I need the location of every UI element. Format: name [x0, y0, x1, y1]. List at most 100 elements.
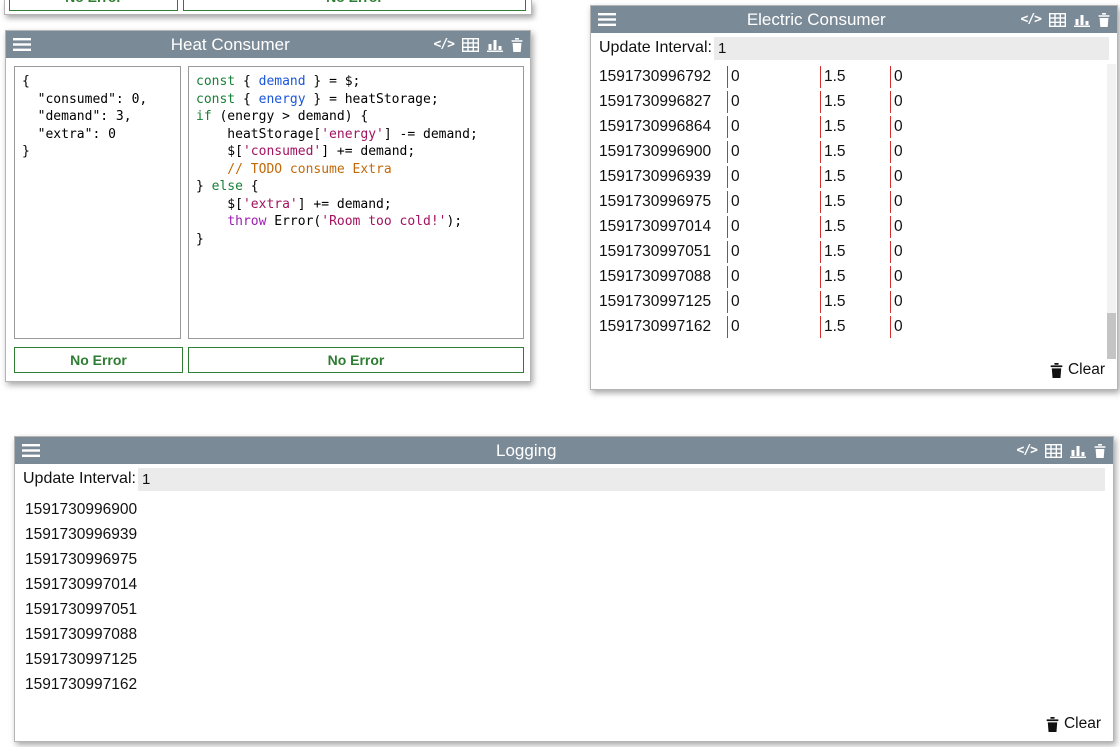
electric-consumer-panel: Electric Consumer </> Update Interval: 1…	[590, 5, 1118, 390]
table-cell: 1.5	[820, 116, 890, 138]
trash-icon[interactable]	[1094, 444, 1106, 458]
table-row: 159173099679201.50	[599, 64, 1103, 89]
table-icon[interactable]	[1049, 13, 1066, 27]
chart-icon[interactable]	[1074, 13, 1090, 27]
status-button[interactable]: No Error	[14, 347, 183, 373]
panel-title: Logging	[44, 441, 1009, 461]
table-cell: 1.5	[820, 141, 890, 163]
table-cell: 0	[890, 91, 1103, 113]
table-cell: 1591730997014	[599, 218, 727, 236]
logging-panel: Logging </> Update Interval: 15917309969…	[14, 436, 1114, 742]
panel-title: Heat Consumer	[35, 35, 426, 55]
clear-button[interactable]: Clear	[1050, 361, 1105, 379]
table-cell: 1591730997051	[599, 243, 727, 261]
table-row: 159173099686401.50	[599, 114, 1103, 139]
table-cell: 1591730997088	[599, 268, 727, 286]
table-cell: 0	[890, 191, 1103, 213]
table-cell: 1.5	[820, 266, 890, 288]
code-icon[interactable]: </>	[1017, 443, 1037, 458]
table-cell: 0	[890, 166, 1103, 188]
table-cell: 1.5	[820, 316, 890, 338]
update-interval-input[interactable]	[138, 468, 1105, 491]
log-entry: 1591730996939	[25, 522, 1099, 547]
table-row: 159173099690001.50	[599, 139, 1103, 164]
menu-icon[interactable]	[598, 13, 616, 26]
clear-button[interactable]: Clear	[1046, 715, 1101, 733]
table-cell: 0	[727, 316, 820, 338]
scrollbar-thumb[interactable]	[1107, 313, 1116, 359]
trash-icon	[1046, 717, 1059, 732]
table-cell: 0	[727, 91, 820, 113]
table-cell: 0	[727, 291, 820, 313]
update-interval-input[interactable]	[714, 37, 1109, 60]
table-cell: 0	[727, 141, 820, 163]
table-cell: 0	[727, 66, 820, 88]
table-row: 159173099701401.50	[599, 214, 1103, 239]
table-row: 159173099716201.50	[599, 314, 1103, 339]
update-interval-row: Update Interval:	[591, 33, 1117, 61]
heat-consumer-panel: Heat Consumer </> { "consumed": 0, "dema…	[5, 30, 531, 382]
log-entry: 1591730997014	[25, 572, 1099, 597]
status-button[interactable]: No Error	[9, 0, 178, 11]
table-cell: 0	[890, 116, 1103, 138]
table-cell: 0	[890, 316, 1103, 338]
chart-icon[interactable]	[487, 38, 503, 52]
table-cell: 1.5	[820, 191, 890, 213]
log-entry: 1591730996900	[25, 497, 1099, 522]
table-cell: 1591730996975	[599, 193, 727, 211]
status-button[interactable]: No Error	[188, 347, 524, 373]
scrollbar[interactable]	[1107, 64, 1116, 359]
table-cell: 0	[890, 241, 1103, 263]
table-cell: 1.5	[820, 91, 890, 113]
electric-consumer-header[interactable]: Electric Consumer </>	[591, 6, 1117, 33]
table-cell: 0	[890, 66, 1103, 88]
table-cell: 1.5	[820, 66, 890, 88]
table-row: 159173099705101.50	[599, 239, 1103, 264]
update-interval-label: Update Interval:	[23, 470, 136, 488]
table-cell: 1.5	[820, 241, 890, 263]
table-row: 159173099712501.50	[599, 289, 1103, 314]
panel-title: Electric Consumer	[620, 10, 1013, 30]
table-cell: 0	[890, 141, 1103, 163]
chart-icon[interactable]	[1070, 444, 1086, 458]
table-icon[interactable]	[1045, 444, 1062, 458]
logging-header[interactable]: Logging </>	[15, 437, 1113, 464]
table-cell: 0	[727, 216, 820, 238]
menu-icon[interactable]	[22, 444, 40, 457]
table-cell: 0	[890, 216, 1103, 238]
clear-label: Clear	[1064, 715, 1101, 733]
code-icon[interactable]: </>	[1021, 12, 1041, 27]
status-button[interactable]: No Error	[183, 0, 526, 11]
log-entry: 1591730996975	[25, 547, 1099, 572]
update-interval-row: Update Interval:	[15, 464, 1113, 492]
electric-table: 159173099679201.50159173099682701.501591…	[599, 64, 1103, 339]
log-entry: 1591730997125	[25, 647, 1099, 672]
table-cell: 1591730996792	[599, 68, 727, 86]
table-cell: 0	[727, 241, 820, 263]
log-entry: 1591730997088	[25, 622, 1099, 647]
heat-consumer-header[interactable]: Heat Consumer </>	[6, 31, 530, 58]
table-cell: 0	[727, 166, 820, 188]
table-cell: 0	[727, 191, 820, 213]
table-cell: 0	[890, 266, 1103, 288]
clear-label: Clear	[1068, 361, 1105, 379]
table-cell: 0	[727, 116, 820, 138]
table-cell: 1591730996900	[599, 143, 727, 161]
cut-off-panel: No Error No Error	[4, 0, 532, 15]
menu-icon[interactable]	[13, 38, 31, 51]
code-icon[interactable]: </>	[434, 37, 454, 52]
state-json-editor[interactable]: { "consumed": 0, "demand": 3, "extra": 0…	[14, 66, 181, 339]
table-row: 159173099697501.50	[599, 189, 1103, 214]
log-entry: 1591730997051	[25, 597, 1099, 622]
table-cell: 1591730996939	[599, 168, 727, 186]
table-cell: 1591730997162	[599, 318, 727, 336]
table-cell: 0	[727, 266, 820, 288]
trash-icon[interactable]	[1098, 13, 1110, 27]
table-icon[interactable]	[462, 38, 479, 52]
table-cell: 1.5	[820, 291, 890, 313]
update-interval-label: Update Interval:	[599, 39, 712, 57]
table-cell: 1591730996864	[599, 118, 727, 136]
table-row: 159173099693901.50	[599, 164, 1103, 189]
heat-code-editor[interactable]: const { demand } = $;const { energy } = …	[188, 66, 524, 339]
trash-icon[interactable]	[511, 38, 523, 52]
